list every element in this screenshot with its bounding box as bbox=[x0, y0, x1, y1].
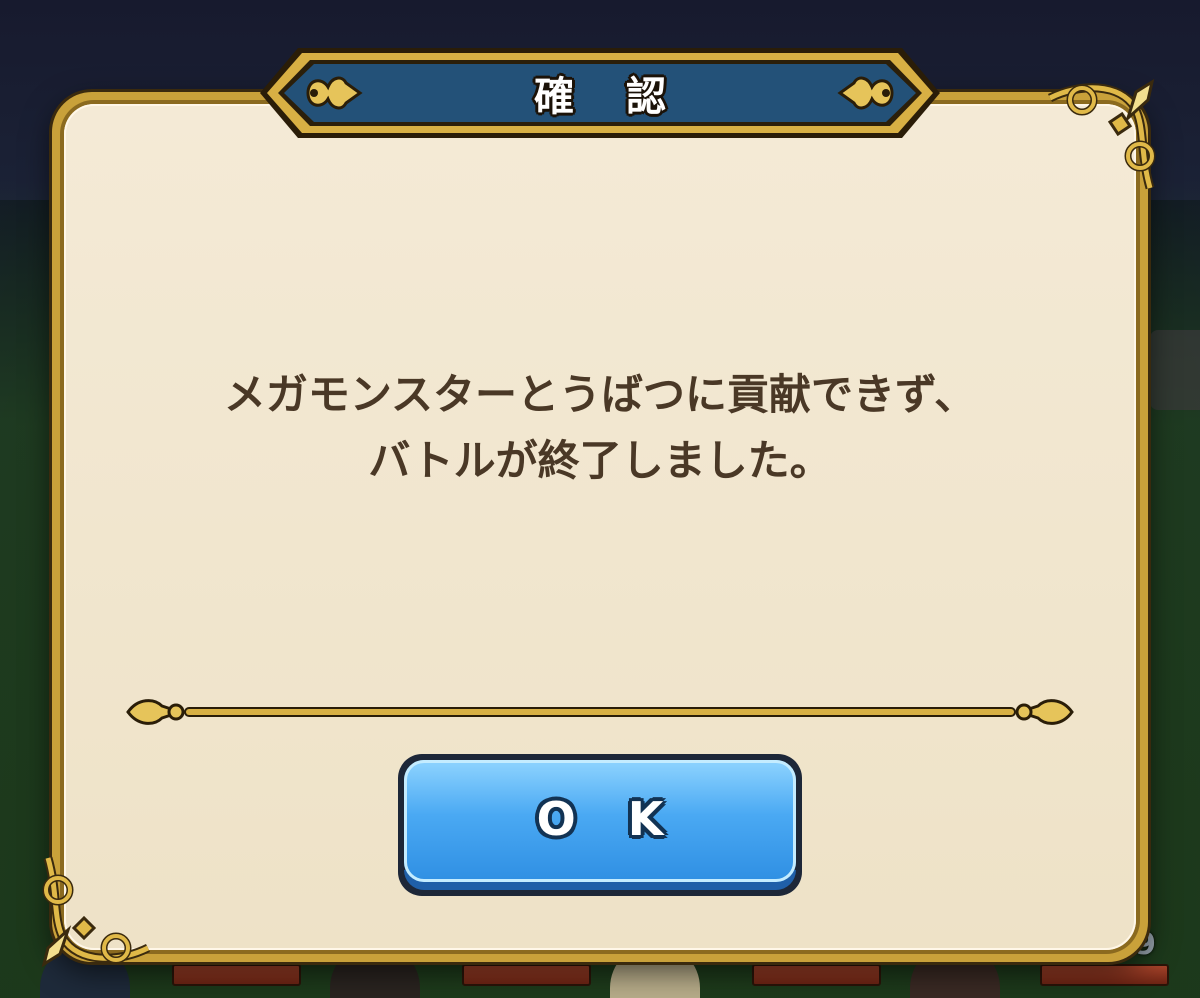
party-status-bar bbox=[0, 943, 1200, 998]
ok-button-label[interactable]: OK bbox=[398, 792, 802, 846]
divider-fleur-icon bbox=[126, 699, 1074, 725]
party-member-2-hp-bar bbox=[462, 964, 591, 986]
corner-scroll-ornament-icon bbox=[41, 856, 151, 968]
dialog-title-plate: 確認 bbox=[258, 44, 942, 142]
corner-scroll-ornament-icon bbox=[1047, 78, 1156, 190]
dialog-message: メガモンスターとうばつに貢献できず、 バトルが終了しました。 bbox=[120, 362, 1080, 494]
ok-button[interactable]: OK bbox=[398, 754, 802, 896]
dialog-message-line-2: バトルが終了しました。 bbox=[368, 436, 832, 485]
dialog-title: 確認 bbox=[534, 74, 718, 120]
party-member-1-hp-bar bbox=[172, 964, 301, 986]
party-member-3-hp-bar bbox=[752, 964, 881, 986]
party-member-4-hp-bar bbox=[1040, 964, 1169, 986]
dialog-message-line-1: メガモンスターとうばつに貢献できず、 bbox=[223, 370, 977, 419]
background-side-panel bbox=[1150, 330, 1200, 410]
